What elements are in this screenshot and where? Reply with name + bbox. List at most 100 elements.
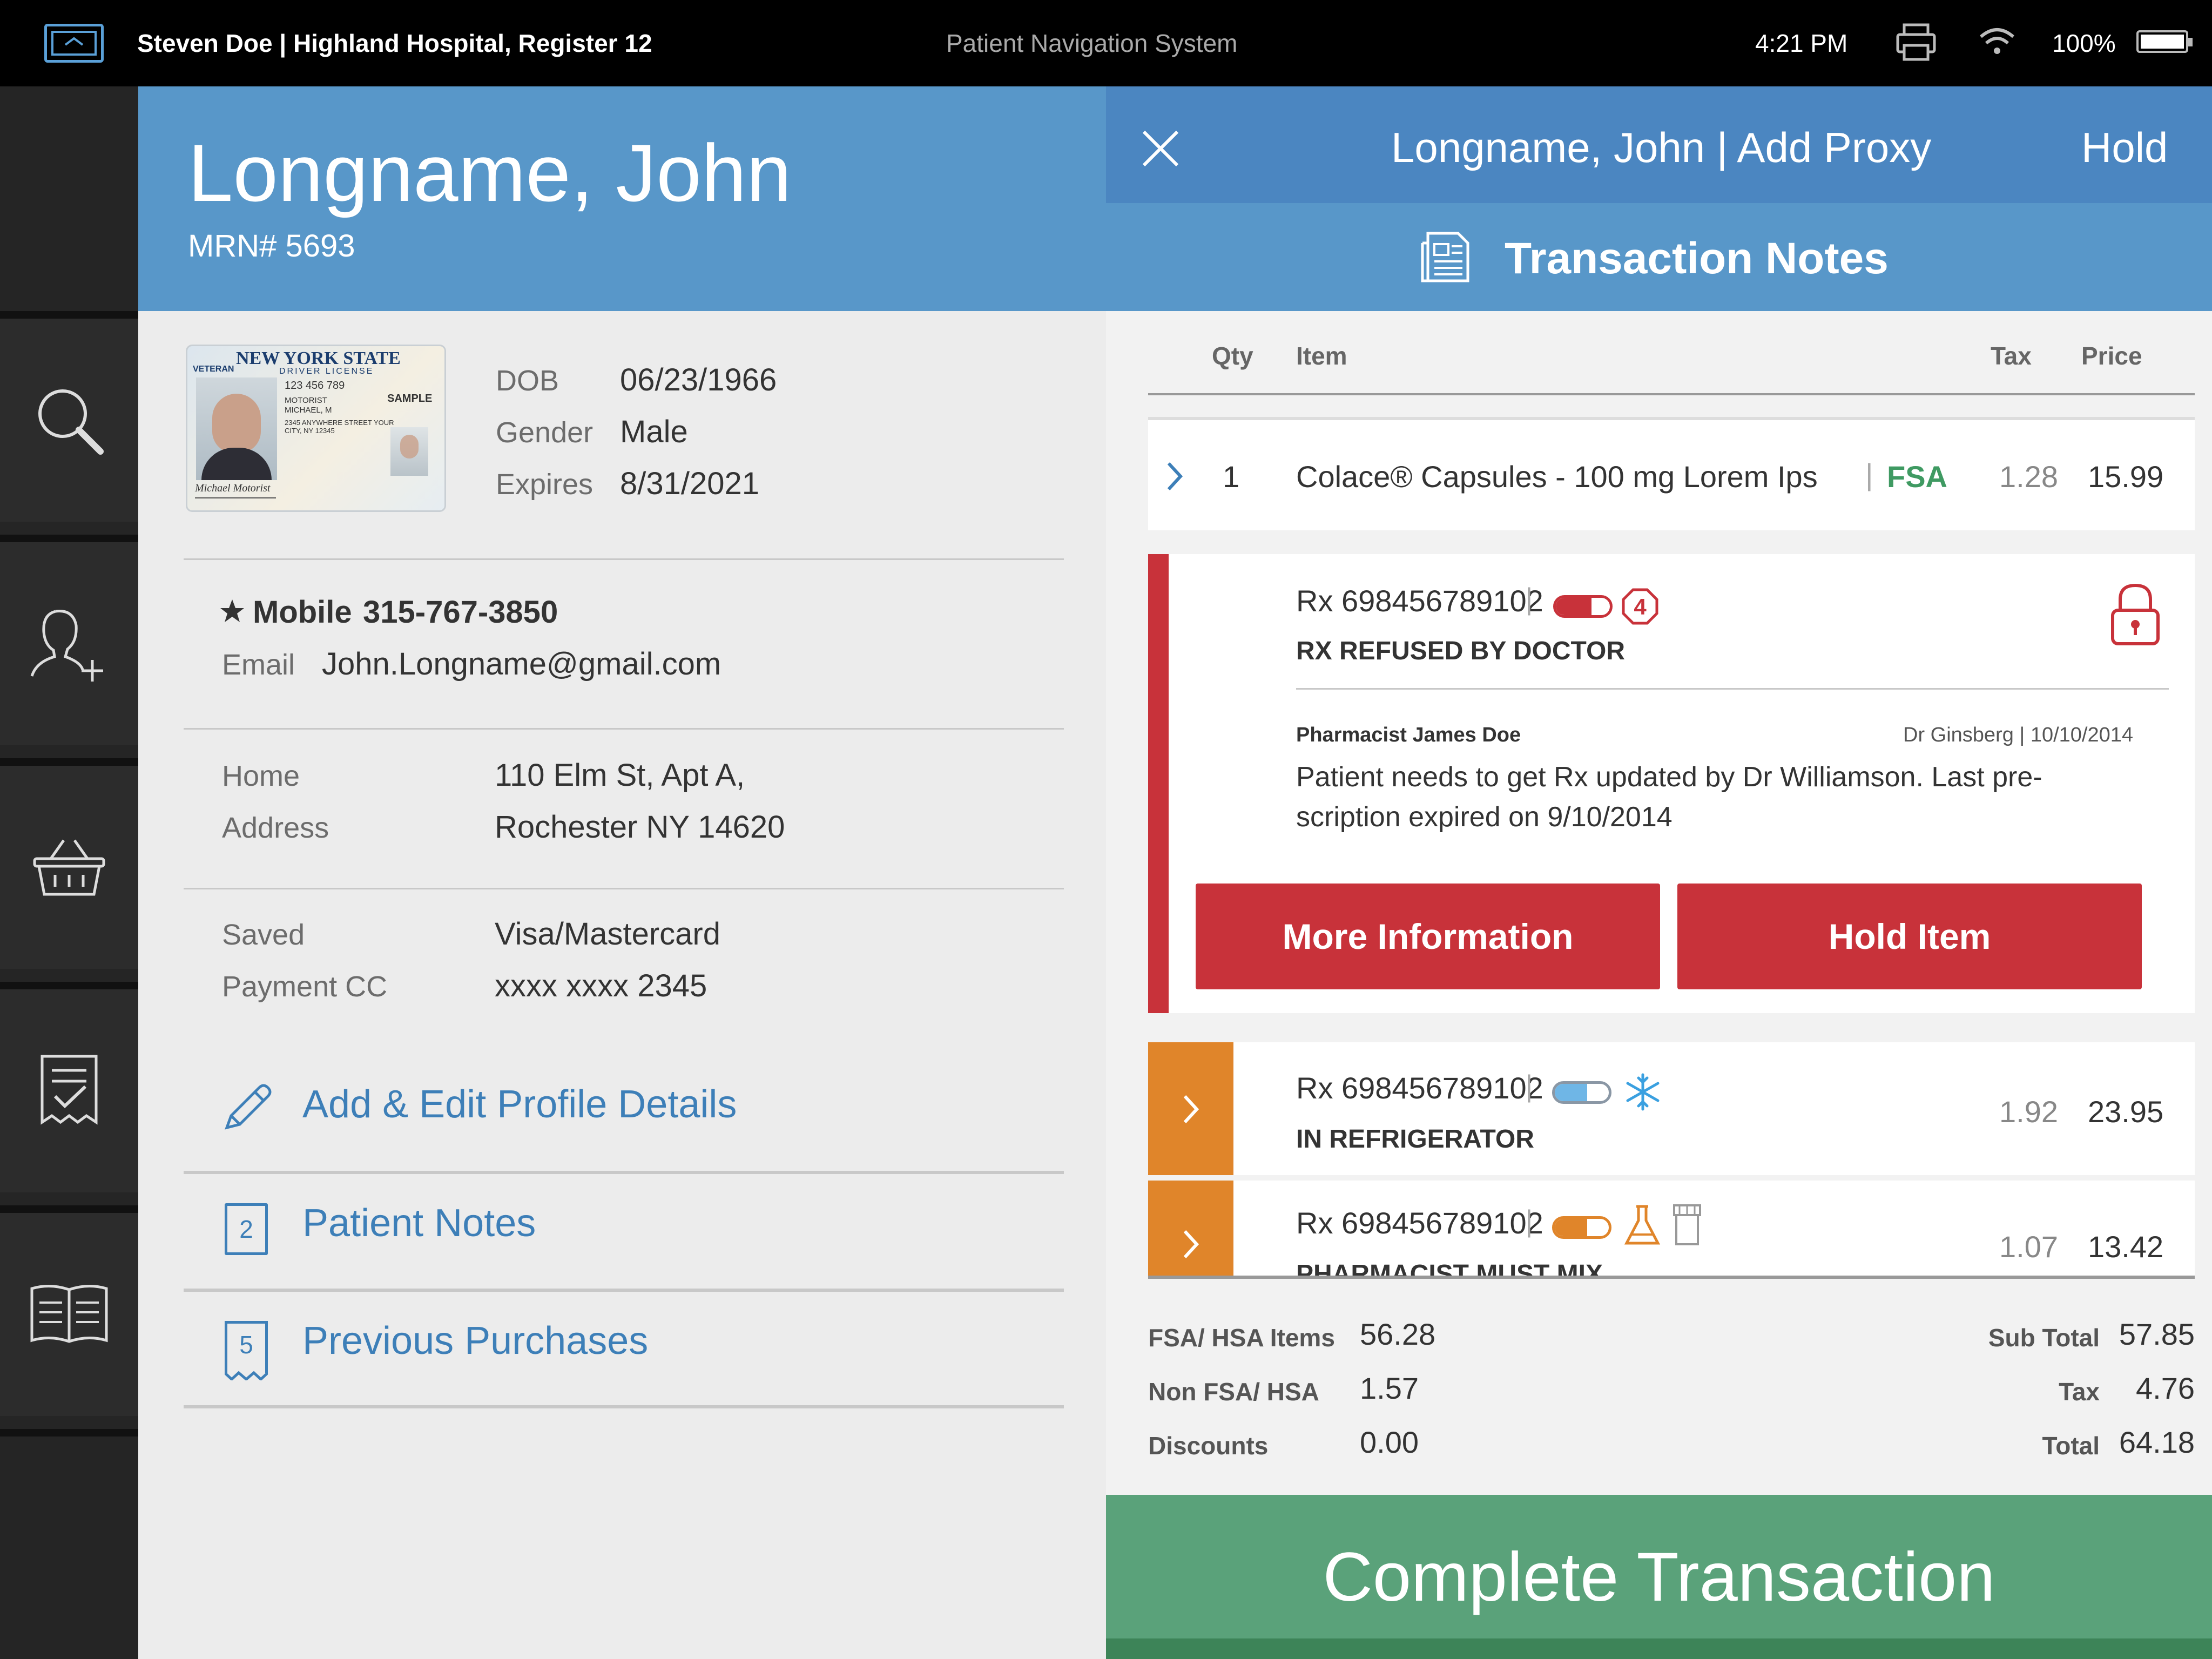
hold-item-button[interactable]: Hold Item [1677,884,2142,989]
gender-label: Gender [496,416,594,449]
battery-level: 100% [2052,29,2116,57]
card-type: Visa/Mastercard [495,916,720,952]
receipt-count-icon: 5 [225,1321,268,1380]
patient-notes-link[interactable]: 2 Patient Notes [184,1174,1064,1287]
notes-icon [1421,232,1469,282]
controlled-substance-icon: 4 [1622,588,1658,625]
discounts-value: 0.00 [1360,1425,1419,1459]
mix-status: PHARMACIST MUST MIX [1296,1260,1603,1276]
patient-notes-label: Patient Notes [302,1202,536,1245]
card-number: xxxx xxxx 2345 [495,968,707,1003]
transaction-notes-bar[interactable]: Transaction Notes [1106,203,2212,311]
separator: | [1525,1204,1533,1238]
screen-mirror-icon[interactable] [44,24,104,63]
button-strip [1106,1638,2212,1659]
divider [184,728,1064,730]
fsa-hsa-value: 56.28 [1360,1317,1436,1351]
mobile-value[interactable]: 315-767-3850 [363,594,558,630]
item-name: Colace® Capsules - 100 mg Lorem Ips [1296,460,1818,494]
capsule-icon [1553,595,1613,618]
table-row[interactable]: 1 Colace® Capsules - 100 mg Lorem Ips | … [1148,417,2195,530]
tax-column-header: Tax [1991,342,2032,370]
sidebar-empty-slot [0,1429,138,1659]
star-icon [220,599,244,622]
payment-cc-label: Payment CC [222,970,388,1003]
status-bar: Steven Doe | Highland Hospital, Register… [0,0,2212,86]
complete-transaction-label: Complete Transaction [1323,1538,1995,1616]
table-row[interactable]: Rx 698456789102 | PHARMACIST MUST MIX 1.… [1148,1181,2195,1276]
chevron-right-icon [1183,1230,1199,1259]
lock-icon[interactable] [2109,582,2161,647]
chevron-right-icon[interactable] [1166,461,1183,491]
capsule-icon [1552,1216,1611,1239]
previous-purchases-label: Previous Purchases [302,1319,649,1363]
complete-transaction-button[interactable]: Complete Transaction [1106,1495,2212,1659]
app-title: Patient Navigation System [946,29,1238,57]
transaction-list: Qty Item Tax Price 1 Colace® Capsules - … [1106,311,2212,1495]
battery-icon [2136,30,2193,53]
printer-icon[interactable] [1894,21,1938,64]
nav-orders[interactable] [0,982,138,1192]
refused-rx-card: Rx 698456789102 | 4 RX REFUSED BY DOCTOR… [1148,554,2195,1013]
separator: | [1525,582,1533,616]
chevron-right-icon [1183,1095,1199,1124]
email-value[interactable]: John.Longname@gmail.com [322,646,721,682]
discounts-label: Discounts [1148,1432,1269,1460]
nav-basket[interactable] [0,758,138,969]
table-row[interactable]: Rx 698456789102 | IN REFRIGERATOR 1.92 2… [1148,1042,2195,1175]
nav-search[interactable] [0,311,138,522]
search-icon [38,389,104,455]
expand-button[interactable] [1148,1042,1233,1175]
price-column-header: Price [2081,342,2142,370]
flask-icon [1624,1205,1661,1245]
email-label: Email [222,649,295,681]
qty-column-header: Qty [1212,342,1253,370]
nav-add-patient[interactable] [0,535,138,745]
address-line-1: 110 Elm St, Apt A, [495,758,745,793]
fsa-hsa-label: FSA/ HSA Items [1148,1324,1335,1352]
address-label: Address [222,812,329,844]
sidebar [0,86,138,1659]
item-price: 13.42 [2088,1230,2164,1264]
edit-profile-link[interactable]: Add & Edit Profile Details [184,1056,1064,1164]
user-location: Steven Doe | Highland Hospital, Register… [137,29,652,57]
total-value: 64.18 [2119,1425,2195,1459]
mix-rx-number: Rx 698456789102 [1296,1206,1543,1240]
license-signature: Michael Motorist [195,482,276,498]
more-information-button[interactable]: More Information [1196,884,1660,989]
divider [184,558,1064,560]
pill-bottle-icon [1673,1204,1701,1245]
receipt-icon [41,1055,98,1125]
hold-button[interactable]: Hold [2081,123,2168,172]
note-text: Patient needs to get Rx updated by Dr Wi… [1296,761,2042,833]
expand-button[interactable] [1148,1181,1233,1276]
drivers-license-image: NEW YORK STATE VETERAN DRIVER LICENSE 12… [186,345,446,512]
fridge-rx-number: Rx 698456789102 [1296,1071,1543,1105]
previous-purchases-link[interactable]: 5 Previous Purchases [184,1292,1064,1405]
non-fsa-value: 1.57 [1360,1371,1419,1405]
patient-details: NEW YORK STATE VETERAN DRIVER LICENSE 12… [138,311,1106,1659]
saved-label: Saved [222,919,305,951]
address-line-2: Rochester NY 14620 [495,810,785,845]
wifi-icon [1980,28,2014,54]
expires-value: 8/31/2021 [620,466,760,501]
nav-catalog[interactable] [0,1205,138,1416]
close-icon[interactable] [1142,130,1179,167]
subtotal-value: 57.85 [2119,1317,2195,1351]
fsa-badge: FSA [1887,460,1947,494]
patient-header: Longname, John MRN# 5693 [138,86,1106,311]
expires-label: Expires [496,468,594,501]
mobile-label: Mobile [253,595,352,630]
gender-value: Male [620,414,688,449]
item-price: 15.99 [2088,460,2164,494]
tax-value: 4.76 [2136,1371,2195,1405]
divider [184,1405,1064,1408]
tax-label: Tax [2059,1378,2100,1406]
add-user-icon [30,610,103,682]
item-tax: 1.92 [1999,1095,2058,1129]
capsule-icon [1552,1081,1611,1104]
license-ghost-photo [390,427,428,476]
patient-mrn: MRN# 5693 [188,228,355,264]
note-author: Pharmacist James Doe [1296,724,1521,746]
home-label: Home [222,760,300,792]
